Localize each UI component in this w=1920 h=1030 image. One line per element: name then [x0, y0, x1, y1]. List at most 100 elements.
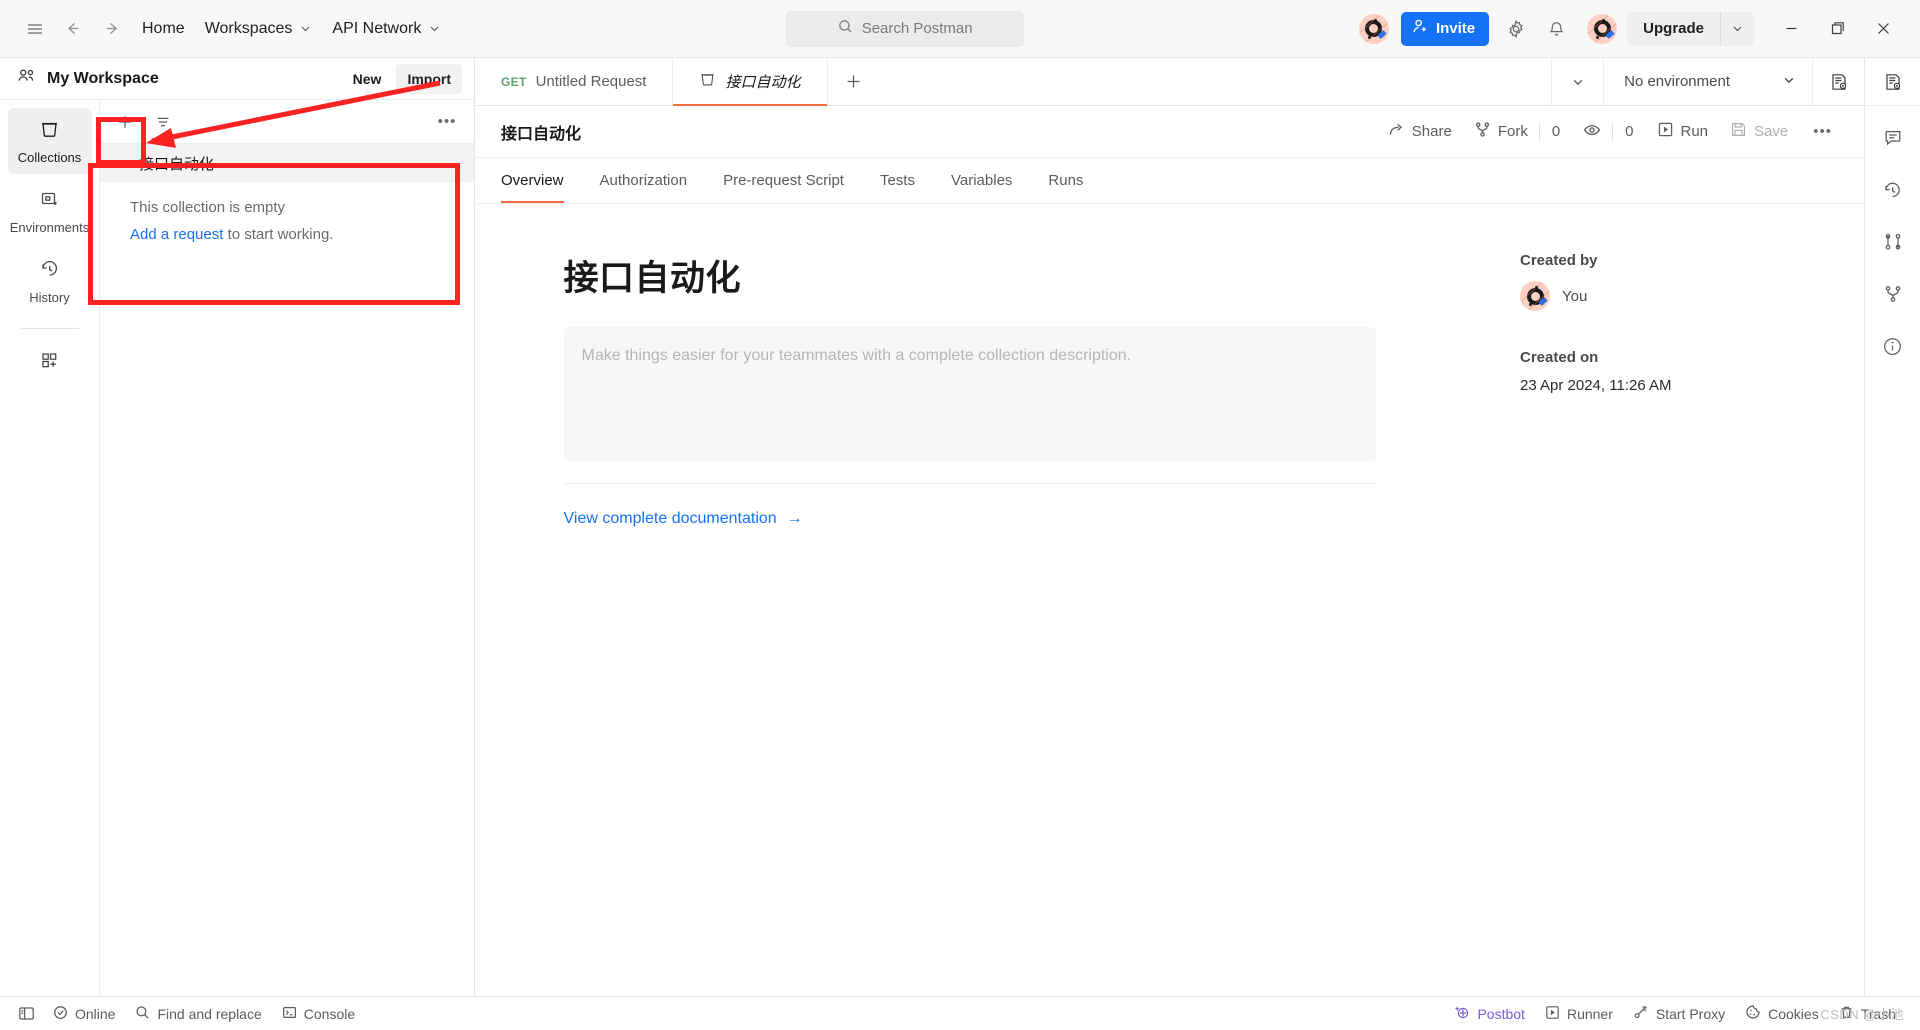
gear-icon[interactable] [1499, 12, 1533, 46]
fork-button[interactable]: Fork [1463, 115, 1539, 148]
collection-icon [39, 119, 60, 143]
apps-add-icon[interactable] [8, 343, 92, 378]
tab-untitled-request[interactable]: GET Untitled Request [475, 58, 674, 105]
cookie-icon [1745, 1004, 1761, 1023]
trash-button[interactable]: Trash [1829, 1001, 1906, 1027]
postman-avatar-icon[interactable] [1358, 13, 1389, 44]
nav-home[interactable]: Home [132, 14, 195, 44]
tab-tests[interactable]: Tests [862, 158, 933, 203]
nav-home-label: Home [142, 19, 185, 37]
upgrade-chevron-down-icon[interactable] [1720, 11, 1754, 46]
collections-search-field[interactable] [184, 107, 426, 137]
add-a-request-link[interactable]: Add a request [130, 226, 223, 243]
watch-button[interactable] [1572, 115, 1612, 149]
window-minimize-button[interactable] [1768, 9, 1814, 49]
plus-icon[interactable] [108, 107, 142, 137]
upgrade-button[interactable]: Upgrade [1627, 12, 1720, 46]
console-label: Console [303, 1005, 356, 1022]
new-button[interactable]: New [342, 64, 393, 94]
tab-overview[interactable]: Overview [501, 158, 582, 203]
hamburger-icon[interactable] [18, 12, 52, 46]
collection-description-input[interactable]: Make things easier for your teammates wi… [563, 327, 1376, 461]
more-horizontal-icon[interactable]: ••• [1799, 123, 1846, 140]
rail-divider [20, 328, 79, 329]
postbot-button[interactable]: Postbot [1444, 1000, 1534, 1027]
environment-selector[interactable]: No environment [1603, 58, 1812, 105]
sidebar-item-collections[interactable]: Collections [7, 108, 92, 174]
user-account-avatar[interactable] [1587, 13, 1618, 44]
collection-row[interactable]: 接口自动化 [100, 144, 474, 182]
share-button[interactable]: Share [1377, 115, 1463, 148]
created-by-label: Created by [1520, 252, 1598, 269]
chevron-down-icon[interactable] [116, 157, 129, 170]
bell-icon[interactable] [1539, 12, 1573, 46]
nav-api-network-label: API Network [332, 19, 422, 37]
invite-button[interactable]: Invite [1400, 11, 1490, 46]
run-button[interactable]: Run [1646, 115, 1720, 148]
search-input[interactable]: Search Postman [786, 10, 1025, 47]
sidebar-item-history[interactable]: History [8, 248, 92, 314]
collection-empty-action-line: Add a request to start working. [130, 223, 474, 248]
fork-label: Fork [1497, 123, 1528, 140]
forward-arrow-icon[interactable] [92, 12, 132, 46]
nav-api-network[interactable]: API Network [322, 14, 451, 44]
top-header-bar: Home Workspaces API Network Search Postm… [0, 0, 1920, 58]
postbot-label: Postbot [1477, 1005, 1525, 1022]
filter-icon[interactable] [146, 107, 180, 137]
run-label: Run [1680, 123, 1709, 140]
created-by-row: You [1520, 281, 1864, 311]
tab-pre-request-script[interactable]: Pre-request Script [705, 158, 862, 203]
share-icon [1388, 121, 1405, 142]
environment-icon [39, 189, 60, 213]
upgrade-button-group[interactable]: Upgrade [1627, 11, 1754, 46]
fork-icon[interactable] [1873, 274, 1913, 314]
comment-icon[interactable] [1873, 118, 1913, 158]
sidebar-item-label: Environments [9, 220, 90, 235]
runner-label: Runner [1566, 1005, 1613, 1022]
watch-count[interactable]: 0 [1612, 123, 1645, 140]
sidebar-item-environments[interactable]: Environments [8, 178, 92, 244]
import-button[interactable]: Import [396, 63, 462, 94]
save-button[interactable]: Save [1719, 115, 1799, 148]
avatar-dot-bottom [1596, 35, 1600, 39]
panel-toggle-icon[interactable] [10, 1001, 43, 1026]
cookies-button[interactable]: Cookies [1735, 1000, 1829, 1027]
cookies-label: Cookies [1768, 1005, 1819, 1022]
proxy-icon [1633, 1004, 1649, 1023]
view-documentation-link[interactable]: View complete documentation → [564, 510, 1376, 528]
avatar-blue-mark [1605, 29, 1615, 39]
tab-runs[interactable]: Runs [1030, 158, 1101, 203]
find-and-replace-button[interactable]: Find and replace [125, 1001, 271, 1027]
sidebar-split: Collections Environments History ••• 接口自… [0, 100, 474, 996]
window-maximize-button[interactable] [1814, 9, 1860, 49]
description-placeholder: Make things easier for your teammates wi… [581, 347, 1132, 364]
info-icon[interactable] [1873, 326, 1913, 366]
sidebar-item-label: Collections [17, 150, 82, 165]
save-label: Save [1754, 123, 1789, 140]
more-horizontal-icon[interactable]: ••• [430, 107, 464, 137]
environment-selected-value: No environment [1624, 73, 1730, 90]
tab-authorization[interactable]: Authorization [582, 158, 706, 203]
runner-button[interactable]: Runner [1535, 1001, 1623, 1027]
console-button[interactable]: Console [272, 1001, 365, 1027]
tab-overflow-chevron-down-icon[interactable] [1551, 58, 1603, 105]
app-body: My Workspace New Import Collections Envi… [0, 58, 1920, 996]
online-status[interactable]: Online [43, 1001, 125, 1027]
fork-count[interactable]: 0 [1538, 123, 1572, 140]
avatar-dot-top [1373, 18, 1377, 22]
trash-icon [1839, 1005, 1854, 1023]
person-add-icon [1412, 18, 1429, 39]
tab-variables[interactable]: Variables [933, 158, 1030, 203]
history-icon[interactable] [1873, 170, 1913, 210]
environment-eye-icon[interactable] [1865, 58, 1920, 106]
window-close-button[interactable] [1860, 9, 1906, 49]
tab-collection-overview[interactable]: 接口自动化 [673, 58, 828, 106]
nav-workspaces[interactable]: Workspaces [195, 14, 323, 44]
workspace-name: My Workspace [47, 69, 159, 87]
pull-request-icon[interactable] [1873, 222, 1913, 262]
new-tab-plus-icon[interactable] [828, 58, 880, 105]
back-arrow-icon[interactable] [52, 12, 92, 46]
trash-label: Trash [1860, 1005, 1896, 1022]
start-proxy-button[interactable]: Start Proxy [1623, 1000, 1735, 1027]
environment-quick-look-icon[interactable] [1812, 58, 1864, 105]
